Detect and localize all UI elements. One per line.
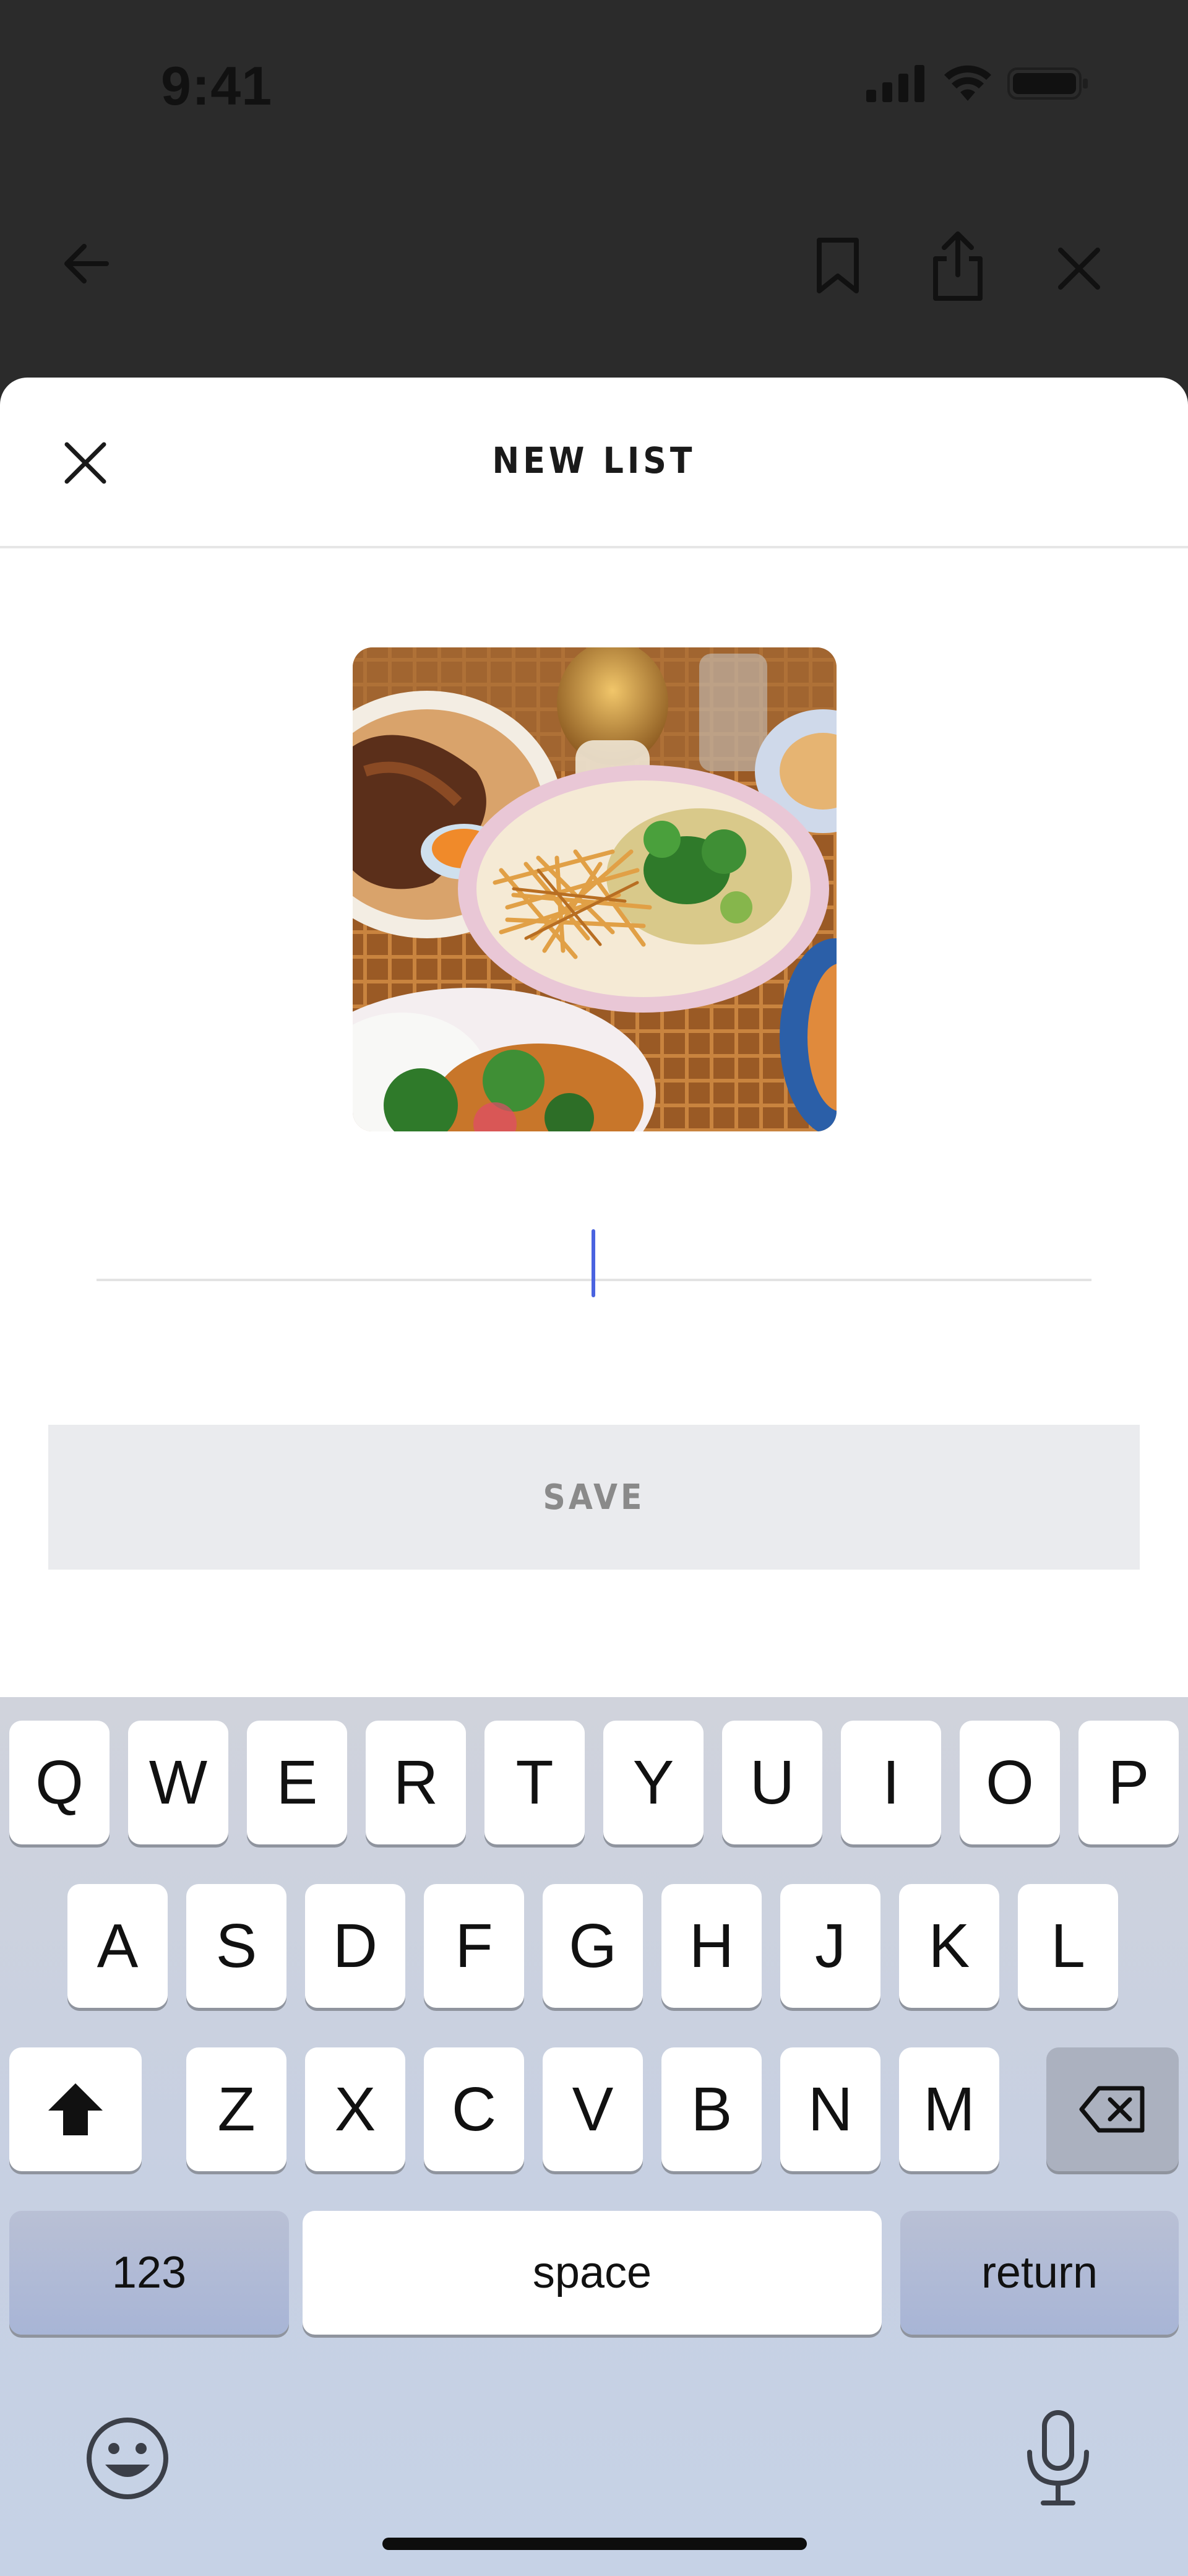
key-b[interactable]: B [661, 2047, 762, 2171]
space-key[interactable]: space [303, 2211, 882, 2335]
backspace-icon [1079, 2086, 1145, 2133]
key-h[interactable]: H [661, 1884, 762, 2008]
close-icon[interactable] [1056, 245, 1103, 292]
wifi-icon [944, 65, 991, 101]
back-arrow-icon[interactable] [59, 238, 111, 290]
key-n[interactable]: N [780, 2047, 880, 2171]
sheet-title: NEW LIST [492, 439, 696, 482]
status-time: 9:41 [161, 55, 273, 116]
return-key[interactable]: return [900, 2211, 1179, 2335]
microphone-icon[interactable] [1021, 2409, 1095, 2508]
key-y[interactable]: Y [603, 1721, 704, 1844]
key-p[interactable]: P [1078, 1721, 1179, 1844]
key-j[interactable]: J [780, 1884, 880, 2008]
key-u[interactable]: U [722, 1721, 822, 1844]
key-k[interactable]: K [899, 1884, 999, 2008]
key-r[interactable]: R [366, 1721, 466, 1844]
key-c[interactable]: C [424, 2047, 524, 2171]
key-m[interactable]: M [899, 2047, 999, 2171]
key-a[interactable]: A [67, 1884, 168, 2008]
cellular-signal-icon [866, 65, 924, 102]
food-photo [353, 647, 837, 1131]
key-l[interactable]: L [1018, 1884, 1118, 2008]
key-s[interactable]: S [186, 1884, 286, 2008]
key-q[interactable]: Q [9, 1721, 110, 1844]
save-button[interactable]: SAVE [48, 1425, 1140, 1570]
key-v[interactable]: V [543, 2047, 643, 2171]
key-f[interactable]: F [424, 1884, 524, 2008]
key-x[interactable]: X [305, 2047, 405, 2171]
shift-icon [48, 2083, 103, 2135]
key-g[interactable]: G [543, 1884, 643, 2008]
key-d[interactable]: D [305, 1884, 405, 2008]
key-w[interactable]: W [128, 1721, 228, 1844]
new-list-sheet: NEW LIST SAVE [0, 378, 1188, 1700]
key-o[interactable]: O [960, 1721, 1060, 1844]
sheet-header: NEW LIST [0, 378, 1188, 548]
bookmark-icon[interactable] [813, 236, 863, 296]
key-e[interactable]: E [247, 1721, 347, 1844]
battery-icon [1007, 67, 1088, 100]
share-icon[interactable] [931, 230, 985, 302]
numbers-key[interactable]: 123 [9, 2211, 289, 2335]
emoji-icon[interactable] [84, 2415, 171, 2502]
status-icons [866, 65, 1089, 102]
shift-key[interactable] [9, 2047, 142, 2171]
key-z[interactable]: Z [186, 2047, 286, 2171]
key-t[interactable]: T [484, 1721, 585, 1844]
list-name-input[interactable] [97, 1213, 1094, 1280]
delete-key[interactable] [1046, 2047, 1179, 2171]
key-i[interactable]: I [841, 1721, 941, 1844]
on-screen-keyboard: Q W E R T Y U I O P A S D F G H J K L Z … [0, 1697, 1188, 2576]
text-caret [592, 1229, 595, 1297]
home-indicator[interactable] [382, 2538, 807, 2550]
list-cover-image[interactable] [353, 647, 837, 1131]
